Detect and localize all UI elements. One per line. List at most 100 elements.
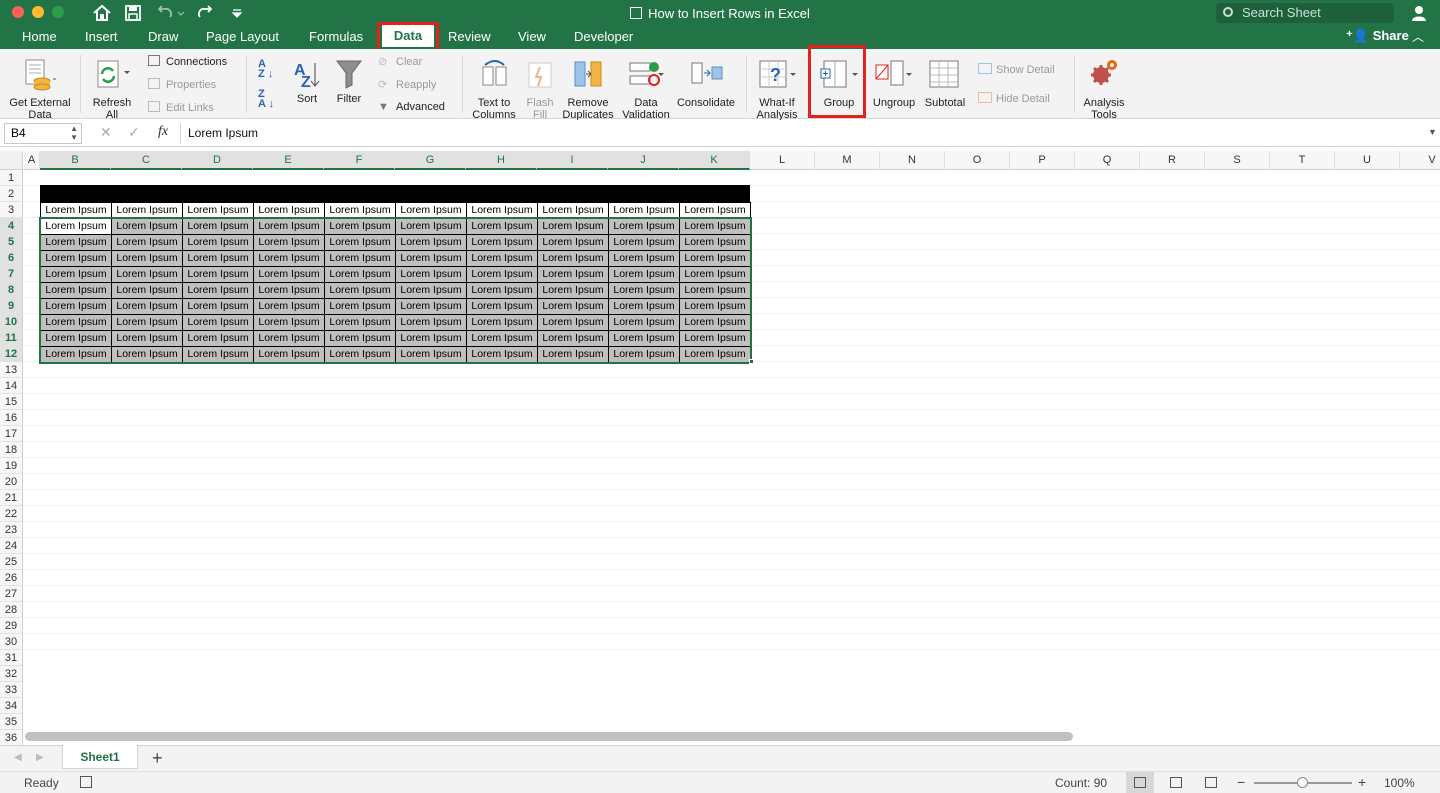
data-validation-button[interactable]: Data Validation	[620, 53, 672, 121]
row-header-23[interactable]: 23	[0, 522, 23, 538]
advanced-filter-button[interactable]: ▼ Advanced	[378, 101, 445, 113]
column-header-t[interactable]: T	[1270, 151, 1335, 170]
tab-insert[interactable]: Insert	[85, 29, 118, 44]
row-header-34[interactable]: 34	[0, 698, 23, 714]
row-header-33[interactable]: 33	[0, 682, 23, 698]
share-button[interactable]: ⁺👤 Share	[1346, 28, 1409, 44]
tab-draw[interactable]: Draw	[148, 29, 178, 44]
row-header-10[interactable]: 10	[0, 314, 23, 330]
show-detail-button[interactable]: Show Detail	[978, 63, 1055, 76]
consolidate-button[interactable]: Consolidate	[674, 53, 738, 117]
sheet-tab-sheet1[interactable]: Sheet1	[62, 745, 138, 769]
row-header-35[interactable]: 35	[0, 714, 23, 730]
flash-fill-button[interactable]: Flash Fill	[522, 53, 558, 121]
row-header-1[interactable]: 1	[0, 170, 23, 186]
row-header-15[interactable]: 15	[0, 394, 23, 410]
insert-function-icon[interactable]: fx	[158, 124, 168, 140]
remove-duplicates-button[interactable]: Remove Duplicates	[560, 53, 616, 121]
row-header-21[interactable]: 21	[0, 490, 23, 506]
row-header-6[interactable]: 6	[0, 250, 23, 266]
black-header-band[interactable]	[40, 185, 750, 203]
zoom-out-button[interactable]: −	[1237, 774, 1245, 790]
zoom-in-button[interactable]: +	[1358, 774, 1366, 790]
text-to-columns-button[interactable]: Text to Columns	[468, 53, 520, 121]
analysis-tools-button[interactable]: Analysis Tools	[1078, 53, 1130, 121]
row-header-2[interactable]: 2	[0, 186, 23, 202]
what-if-analysis-button[interactable]: ? What-If Analysis	[752, 53, 802, 121]
row-header-8[interactable]: 8	[0, 282, 23, 298]
column-header-f[interactable]: F	[324, 151, 395, 170]
row-header-12[interactable]: 12	[0, 346, 23, 362]
column-header-h[interactable]: H	[466, 151, 537, 170]
row-header-31[interactable]: 31	[0, 650, 23, 666]
column-header-a[interactable]: A	[24, 151, 40, 170]
row-header-4[interactable]: 4	[0, 218, 23, 234]
column-header-c[interactable]: C	[111, 151, 182, 170]
row-header-27[interactable]: 27	[0, 586, 23, 602]
row-header-20[interactable]: 20	[0, 474, 23, 490]
row-header-25[interactable]: 25	[0, 554, 23, 570]
column-header-e[interactable]: E	[253, 151, 324, 170]
sort-ascending-button[interactable]: AZ ↓	[258, 59, 273, 80]
tab-formulas[interactable]: Formulas	[309, 29, 363, 44]
edit-links-button[interactable]: Edit Links	[148, 101, 214, 114]
accept-formula-icon[interactable]: ✓	[128, 124, 140, 141]
tab-page-layout[interactable]: Page Layout	[206, 29, 279, 44]
spreadsheet-grid[interactable]: A B C D E F G H I J K L M N O P Q R S T U V 1 2 3 4 5 6 7 8 9 10 11 12 13 1…	[0, 151, 1440, 745]
column-header-u[interactable]: U	[1335, 151, 1400, 170]
cancel-formula-icon[interactable]: ✕	[100, 124, 112, 141]
row-header-17[interactable]: 17	[0, 426, 23, 442]
row-header-24[interactable]: 24	[0, 538, 23, 554]
row-header-30[interactable]: 30	[0, 634, 23, 650]
column-header-p[interactable]: P	[1010, 151, 1075, 170]
column-header-d[interactable]: D	[182, 151, 253, 170]
row-header-26[interactable]: 26	[0, 570, 23, 586]
refresh-all-button[interactable]: Refresh All	[86, 53, 138, 121]
column-header-b[interactable]: B	[40, 151, 111, 170]
page-break-view-icon[interactable]	[1205, 777, 1217, 788]
row-header-19[interactable]: 19	[0, 458, 23, 474]
name-box[interactable]: B4 ▲ ▼	[4, 123, 82, 144]
column-header-q[interactable]: Q	[1075, 151, 1140, 170]
filter-button[interactable]: Filter	[330, 53, 368, 117]
macro-recording-icon[interactable]	[80, 776, 92, 788]
column-header-j[interactable]: J	[608, 151, 679, 170]
sort-button[interactable]: AZ Sort	[288, 53, 326, 117]
row-header-16[interactable]: 16	[0, 410, 23, 426]
formula-input[interactable]: Lorem Ipsum	[188, 126, 258, 140]
column-header-k[interactable]: K	[679, 151, 750, 170]
add-sheet-button[interactable]: +	[152, 748, 163, 769]
row-header-9[interactable]: 9	[0, 298, 23, 314]
reapply-filter-button[interactable]: ⟳ Reapply	[378, 78, 436, 91]
get-external-data-button[interactable]: Get External Data	[4, 53, 76, 121]
select-all-corner[interactable]	[0, 151, 23, 170]
row-header-3[interactable]: 3	[0, 202, 23, 218]
scroll-sheets-right-icon[interactable]: ▶	[36, 752, 44, 763]
column-header-r[interactable]: R	[1140, 151, 1205, 170]
column-header-i[interactable]: I	[537, 151, 608, 170]
row-header-7[interactable]: 7	[0, 266, 23, 282]
subtotal-button[interactable]: Subtotal	[920, 53, 970, 117]
row-header-28[interactable]: 28	[0, 602, 23, 618]
collapse-ribbon-icon[interactable]: ︿	[1412, 28, 1424, 45]
page-layout-view-icon[interactable]	[1170, 777, 1182, 788]
column-header-v[interactable]: V	[1400, 151, 1440, 170]
row-header-14[interactable]: 14	[0, 378, 23, 394]
row-header-11[interactable]: 11	[0, 330, 23, 346]
column-header-g[interactable]: G	[395, 151, 466, 170]
horizontal-scrollbar[interactable]	[25, 732, 1073, 741]
row-header-29[interactable]: 29	[0, 618, 23, 634]
row-header-36[interactable]: 36	[0, 730, 23, 745]
row-header-32[interactable]: 32	[0, 666, 23, 682]
column-header-n[interactable]: N	[880, 151, 945, 170]
expand-formula-bar-icon[interactable]: ▼	[1428, 127, 1437, 137]
name-box-stepper-icon[interactable]: ▲ ▼	[70, 124, 78, 142]
zoom-level[interactable]: 100%	[1384, 776, 1415, 790]
column-header-m[interactable]: M	[815, 151, 880, 170]
account-icon[interactable]	[1410, 4, 1428, 27]
zoom-slider-thumb[interactable]	[1297, 777, 1308, 788]
sort-descending-button[interactable]: ZA ↓	[258, 89, 274, 110]
normal-view-icon[interactable]	[1126, 772, 1154, 793]
scroll-sheets-left-icon[interactable]: ◀	[14, 752, 22, 763]
column-header-s[interactable]: S	[1205, 151, 1270, 170]
